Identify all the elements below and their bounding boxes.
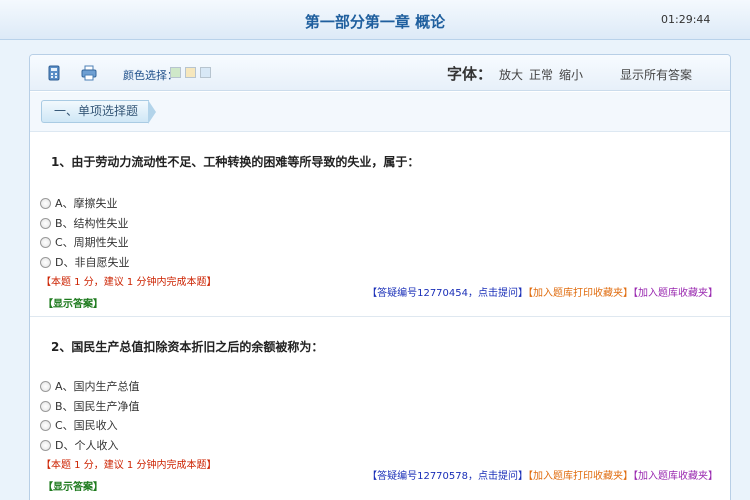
add-favorites-link[interactable]: 【加入题库收藏夹】 [633, 471, 718, 482]
color-swatch-blue[interactable] [200, 67, 211, 78]
option-a[interactable]: A、国内生产总值 [40, 378, 140, 394]
question-item: 1、由于劳动力流动性不足、工种转换的困难等所导致的失业，属于： A、摩擦失业 B… [30, 133, 730, 317]
question-text: 1、由于劳动力流动性不足、工种转换的困难等所导致的失业，属于： [51, 155, 420, 169]
score-hint: 【本题 1 分，建议 1 分钟内完成本题】 [41, 277, 217, 288]
option-label: C、周期性失业 [55, 236, 129, 249]
score-hint: 【本题 1 分，建议 1 分钟内完成本题】 [41, 460, 217, 471]
color-swatch-yellow[interactable] [185, 67, 196, 78]
font-size-label: 字体： [447, 65, 493, 83]
ask-question-link[interactable]: 【答疑编号12770454，点击提问】 [367, 288, 528, 299]
section-tab-single-choice: 一、单项选择题 [41, 100, 149, 123]
font-normal-button[interactable]: 正常 [529, 66, 553, 83]
question-item: 2、国民生产总值扣除资本折旧之后的余额被称为： A、国内生产总值 B、国民生产净… [30, 318, 730, 500]
add-print-favorites-link[interactable]: 【加入题库打印收藏夹】 [528, 471, 633, 482]
radio-button[interactable] [40, 419, 51, 431]
option-label: A、国内生产总值 [55, 380, 140, 393]
option-a[interactable]: A、摩擦失业 [40, 195, 118, 211]
radio-button[interactable] [40, 236, 51, 248]
ask-question-link[interactable]: 【答疑编号12770578，点击提问】 [367, 471, 528, 482]
top-bar: 第一部分第一章 概论 01:29:44 [0, 0, 750, 40]
add-print-favorites-link[interactable]: 【加入题库打印收藏夹】 [528, 288, 633, 299]
add-favorites-link[interactable]: 【加入题库收藏夹】 [633, 288, 718, 299]
option-b[interactable]: B、国民生产净值 [40, 398, 140, 414]
printer-icon[interactable] [80, 64, 98, 82]
calculator-icon[interactable] [45, 64, 63, 82]
radio-button[interactable] [40, 439, 51, 451]
section-header: 一、单项选择题 [30, 92, 730, 132]
font-enlarge-button[interactable]: 放大 [499, 66, 523, 83]
page-title: 第一部分第一章 概论 [304, 13, 446, 31]
radio-button[interactable] [40, 197, 51, 209]
option-label: D、个人收入 [55, 439, 119, 452]
option-c[interactable]: C、国民收入 [40, 417, 118, 433]
option-label: B、结构性失业 [55, 217, 129, 230]
option-label: A、摩擦失业 [55, 197, 118, 210]
color-swatch-green[interactable] [170, 67, 181, 78]
radio-button[interactable] [40, 217, 51, 229]
section-tab-arrow [148, 100, 156, 124]
question-links: 【答疑编号12770578，点击提问】【加入题库打印收藏夹】【加入题库收藏夹】 [367, 467, 718, 482]
radio-button[interactable] [40, 400, 51, 412]
show-answer-button[interactable]: 【显示答案】 [43, 478, 103, 493]
option-d[interactable]: D、个人收入 [40, 437, 118, 453]
toolbar: 颜色选择： 字体： 放大 正常 缩小 显示所有答案 [30, 55, 730, 91]
question-links: 【答疑编号12770454，点击提问】【加入题库打印收藏夹】【加入题库收藏夹】 [367, 284, 718, 299]
show-answer-button[interactable]: 【显示答案】 [43, 295, 103, 310]
show-all-answers-button[interactable]: 显示所有答案 [620, 66, 692, 83]
countdown-timer: 01:29:44 [661, 13, 711, 26]
question-text: 2、国民生产总值扣除资本折旧之后的余额被称为： [51, 340, 324, 354]
option-b[interactable]: B、结构性失业 [40, 215, 129, 231]
radio-button[interactable] [40, 256, 51, 268]
radio-button[interactable] [40, 380, 51, 392]
option-label: C、国民收入 [55, 419, 118, 432]
option-c[interactable]: C、周期性失业 [40, 234, 129, 250]
option-d[interactable]: D、非自愿失业 [40, 254, 129, 270]
option-label: B、国民生产净值 [55, 400, 140, 413]
exam-panel: 颜色选择： 字体： 放大 正常 缩小 显示所有答案 一、单项选择题 1、由于劳动… [29, 54, 731, 500]
option-label: D、非自愿失业 [55, 256, 130, 269]
font-shrink-button[interactable]: 缩小 [559, 66, 583, 83]
